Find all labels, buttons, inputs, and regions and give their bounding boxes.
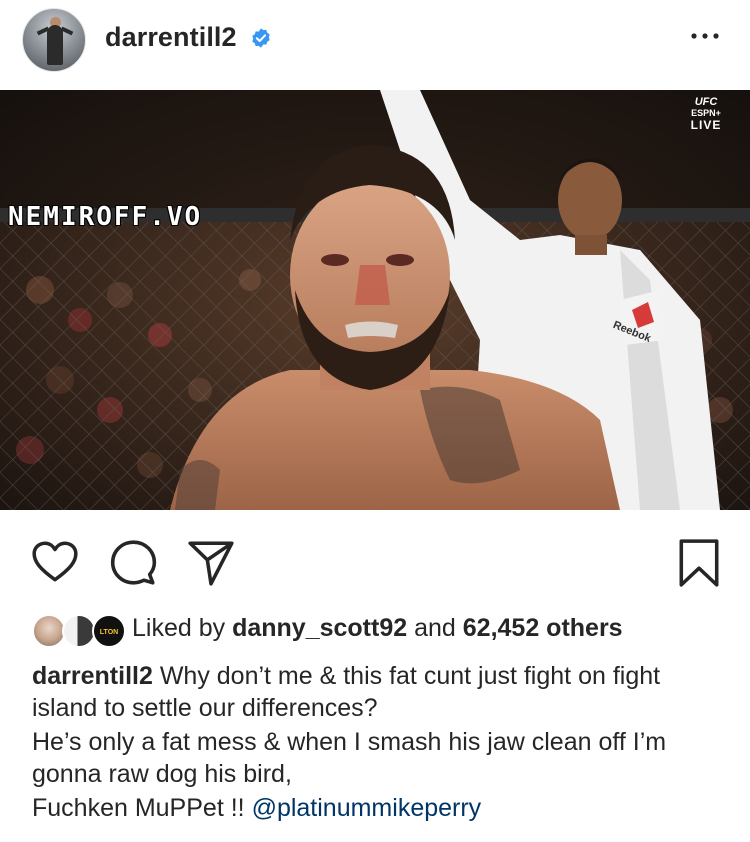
ellipsis-icon[interactable] [690,24,720,48]
likes-others-link[interactable]: 62,452 others [463,614,623,642]
photo-illustration [0,90,750,510]
post-header: darrentill2 [0,0,750,88]
likes-prefix: Liked by [132,614,226,642]
caption-line-1: darrentill2 Why don’t me & this fat cunt… [32,660,722,724]
liker-avatar[interactable] [62,614,96,648]
caption-line-3: Fuchken MuPPet !! @platinummikeperry [32,792,722,824]
post-caption: darrentill2 Why don’t me & this fat cunt… [32,660,722,826]
broadcast-line-3: LIVE [690,118,722,132]
liker-username[interactable]: danny_scott92 [232,614,407,642]
post-photo[interactable]: NEMIROFF.VO UFC ESPN+ LIVE Reebok [0,90,750,510]
broadcast-logo: UFC ESPN+ LIVE [682,96,730,132]
paper-plane-icon[interactable] [186,538,236,588]
verified-badge-icon [252,28,270,48]
avatar[interactable] [22,8,86,72]
bookmark-icon[interactable] [674,538,724,588]
broadcast-line-1: UFC [694,96,718,108]
broadcast-line-2: ESPN+ [691,108,721,118]
heart-icon[interactable] [30,538,80,588]
likes-row: LTON Liked by danny_scott92 and 62,452 o… [32,612,732,648]
caption-line-2: He’s only a fat mess & when I smash his … [32,728,667,788]
caption-mention[interactable]: @platinummikeperry [252,794,482,822]
liker-avatar-text: LTON [99,629,119,636]
action-bar [0,520,750,600]
liker-avatars: LTON [32,614,128,648]
post-username[interactable]: darrentill2 [105,22,237,53]
caption-text-3: Fuchken MuPPet !! [32,794,245,822]
liker-avatar[interactable] [32,614,66,648]
liker-avatar[interactable]: LTON [92,614,126,648]
photo-watermark: NEMIROFF.VO [8,202,203,232]
likes-text: Liked by danny_scott92 and 62,452 others [132,614,623,643]
caption-username[interactable]: darrentill2 [32,662,153,690]
comment-bubble-icon[interactable] [108,538,158,588]
likes-connector: and [414,614,456,642]
